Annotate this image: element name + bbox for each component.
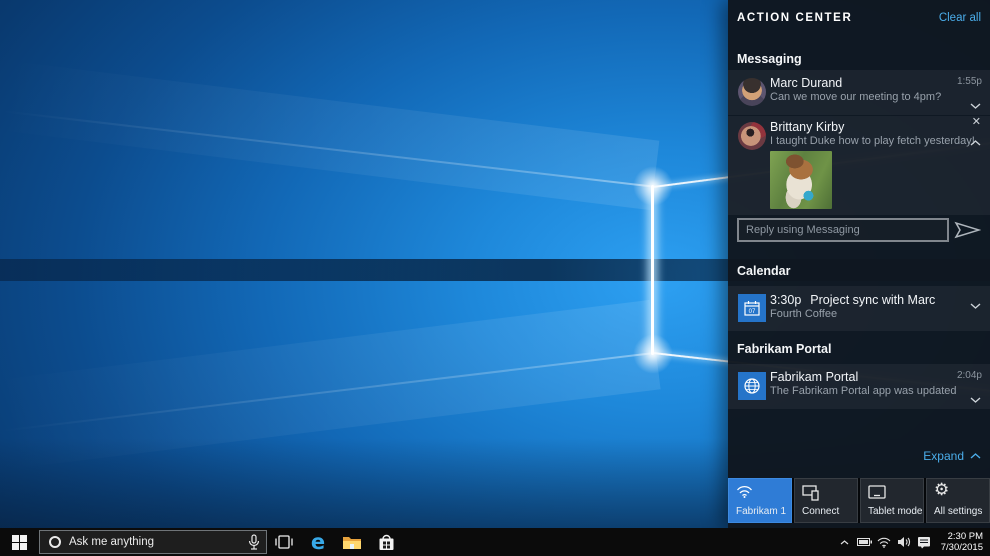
quick-actions: Fabrikam 1 Connect Table [728,478,990,523]
quick-action-label: Fabrikam 1 [736,506,786,517]
clear-all-link[interactable]: Clear all [939,12,981,24]
notification-message: Can we move our meeting to 4pm? [770,91,941,103]
task-view-icon [275,535,293,549]
file-explorer-button[interactable] [335,528,369,556]
glow [633,166,673,206]
event-title-line: 3:30p Project sync with Marc [770,293,935,307]
taskbar: Ask me anything e [0,528,990,556]
expand-link[interactable]: Expand [923,449,981,463]
connect-icon [802,485,820,501]
notification-message: The Fabrikam Portal app was updated [770,385,957,397]
notification-title: Fabrikam Portal [770,370,858,384]
reply-row [728,218,990,244]
avatar [738,122,766,150]
notification-time: 2:04p [957,370,982,381]
action-center-header: ACTION CENTER Clear all [737,12,981,24]
quick-action-tablet-mode[interactable]: Tablet mode [860,478,924,523]
store-icon [378,533,395,551]
quick-action-connect[interactable]: Connect [794,478,858,523]
quick-action-label: Tablet mode [868,506,922,517]
notification-fabrikam-portal[interactable]: Fabrikam Portal The Fabrikam Portal app … [728,364,990,409]
task-view-button[interactable] [267,528,301,556]
event-time: 3:30p [770,293,801,307]
action-center-title: ACTION CENTER [737,12,852,24]
glow [633,334,673,374]
expand-label: Expand [923,449,964,463]
chevron-down-icon[interactable] [970,303,981,309]
notification-calendar-event[interactable]: 07 3:30p Project sync with Marc Fourth Co… [728,286,990,331]
screen: ACTION CENTER Clear all Messaging Marc D… [0,0,990,556]
battery-tray-icon[interactable] [854,528,874,556]
store-button[interactable] [369,528,403,556]
windows-logo-icon [12,535,27,550]
wifi-icon [736,485,753,498]
notification-sender: Brittany Kirby [770,120,844,134]
notification-sender: Marc Durand [770,76,842,90]
taskbar-clock[interactable]: 2:30 PM 7/30/2015 [934,531,990,553]
calendar-icon: 07 [738,294,766,322]
light-beam [0,60,659,210]
action-center-panel: ACTION CENTER Clear all Messaging Marc D… [728,0,990,528]
chevron-up-icon [840,540,849,545]
search-placeholder: Ask me anything [69,536,154,548]
chevron-down-icon[interactable] [970,103,981,109]
system-tray: 2:30 PM 7/30/2015 [834,528,990,556]
send-icon[interactable] [954,221,981,239]
attached-photo-dog[interactable] [770,151,832,209]
chevron-up-icon [970,453,981,459]
quick-action-all-settings[interactable]: ⚙ All settings [926,478,990,523]
quick-action-wifi[interactable]: Fabrikam 1 [728,478,792,523]
chevron-down-icon[interactable] [970,397,981,403]
fabrikam-section-header: Fabrikam Portal [737,342,831,356]
clock-date: 7/30/2015 [934,542,983,553]
volume-tray-icon[interactable] [894,528,914,556]
reply-input[interactable] [737,218,949,242]
folder-icon [342,534,362,550]
calendar-section-header: Calendar [737,264,791,278]
cortana-search-box[interactable]: Ask me anything [39,530,267,554]
globe-icon [738,372,766,400]
calendar-icon-day: 07 [749,309,756,315]
event-title: Project sync with Marc [810,293,935,307]
messaging-section-header: Messaging [737,52,802,66]
notification-brittany-kirby[interactable]: Brittany Kirby I taught Duke how to play… [728,116,990,215]
edge-button[interactable]: e [301,528,335,556]
notification-marc-durand[interactable]: Marc Durand Can we move our meeting to 4… [728,70,990,115]
tablet-mode-icon [868,485,886,499]
cortana-icon [49,536,61,548]
notification-time: 1:55p [957,76,982,87]
action-center-tray-icon[interactable] [914,528,934,556]
window-logo-edge [651,185,654,355]
microphone-icon[interactable] [248,534,260,551]
show-hidden-icons-button[interactable] [834,528,854,556]
wifi-tray-icon[interactable] [874,528,894,556]
start-button[interactable] [0,528,38,556]
chevron-up-icon[interactable] [970,140,981,146]
event-location: Fourth Coffee [770,308,837,320]
notification-message: I taught Duke how to play fetch yesterda… [770,135,975,147]
settings-gear-icon: ⚙ [934,480,949,499]
clock-time: 2:30 PM [934,531,983,542]
quick-action-label: All settings [934,506,982,517]
avatar [738,78,766,106]
quick-action-label: Connect [802,506,839,517]
